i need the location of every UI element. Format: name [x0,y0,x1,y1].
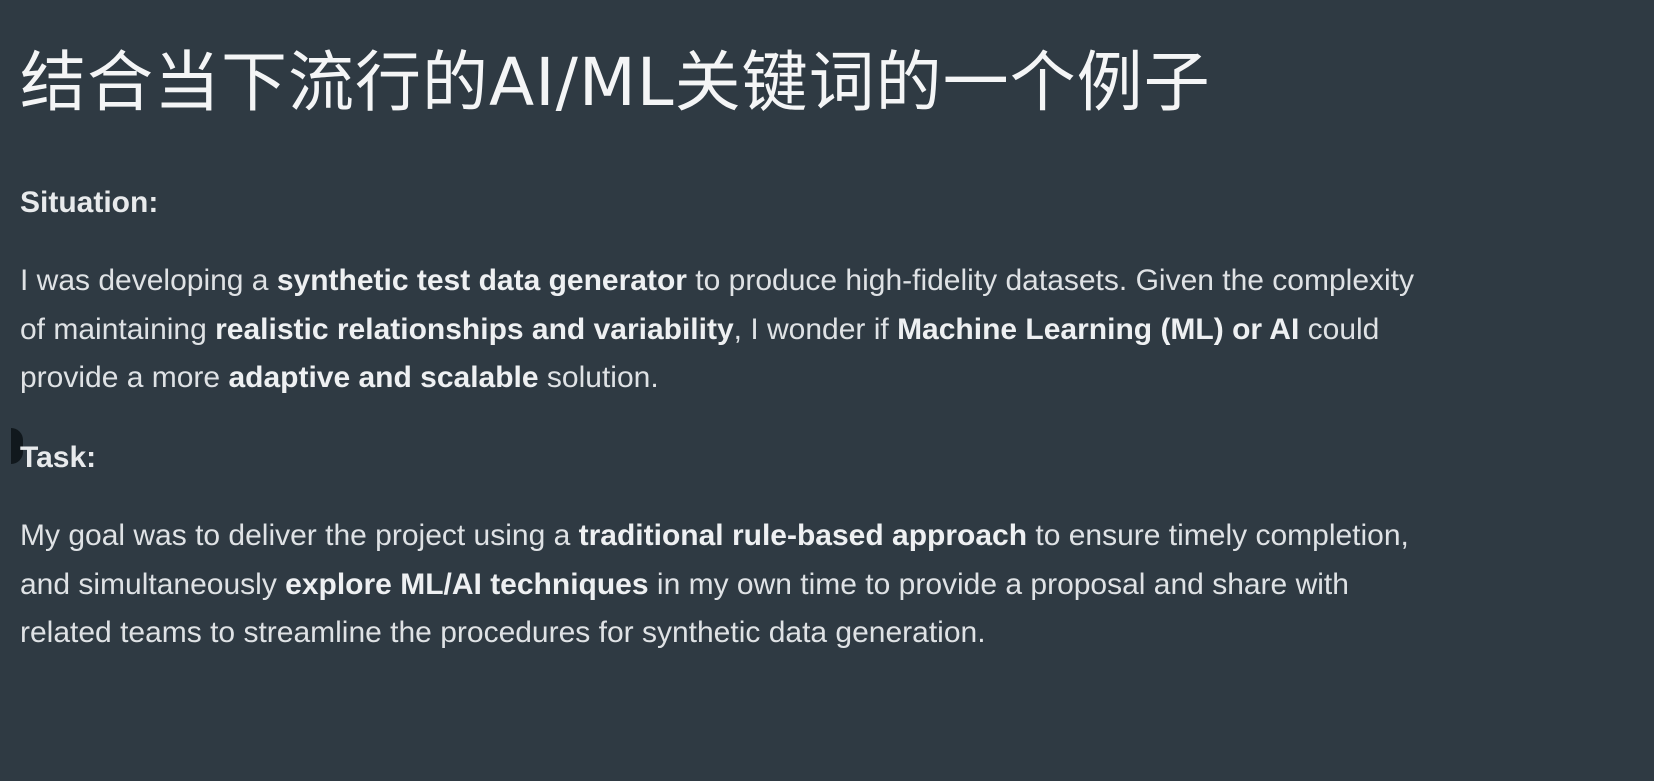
situation-line: I was developing a synthetic test data g… [20,257,1414,306]
task-heading: Task: [20,441,97,474]
situation-paragraph: I was developing a synthetic test data g… [20,257,1414,403]
text-run: , I wonder if [733,312,898,346]
task-paragraph: My goal was to deliver the project using… [20,512,1409,658]
task-line: and simultaneously explore ML/AI techniq… [20,561,1409,610]
task-line: related teams to streamline the procedur… [20,609,1409,658]
text-run: related teams to streamline the procedur… [20,616,986,649]
text-run: to ensure timely completion, [1027,519,1409,552]
text-run: I was developing a [20,264,277,297]
text-run: provide a more [20,361,229,394]
emphasis-run: explore ML/AI techniques [285,567,649,601]
text-run: of maintaining [20,312,216,346]
text-run: in my own time to provide a proposal and… [648,567,1349,601]
task-line: My goal was to deliver the project using… [20,512,1409,561]
situation-heading: Situation: [20,186,159,219]
text-run: could [1299,312,1380,346]
situation-line: of maintaining realistic relationships a… [20,306,1414,355]
situation-line: provide a more adaptive and scalable sol… [20,354,1414,403]
emphasis-run: adaptive and scalable [228,361,539,394]
emphasis-run: realistic relationships and variability [215,312,734,346]
slide-title: 结合当下流行的AI/ML关键词的一个例子 [20,44,1211,121]
text-run: to produce high-fidelity datasets. Given… [686,264,1415,297]
emphasis-run: synthetic test data generator [276,264,687,297]
text-run: and simultaneously [20,567,286,601]
slide: 结合当下流行的AI/ML关键词的一个例子 Situation: I was de… [11,0,1654,781]
emphasis-run: traditional rule-based approach [578,519,1028,552]
text-run: solution. [538,361,659,394]
emphasis-run: Machine Learning (ML) or AI [897,312,1300,346]
text-run: My goal was to deliver the project using… [20,519,579,552]
